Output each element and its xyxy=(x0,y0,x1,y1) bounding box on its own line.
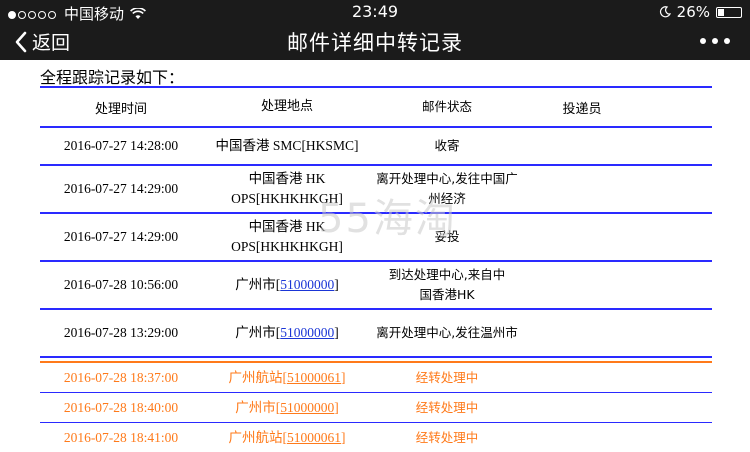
row-place: 中国香港 SMC[HKSMC] xyxy=(215,138,359,153)
header-status: 邮件状态 xyxy=(421,99,472,114)
row-place: 广州航站[51000061] xyxy=(228,369,346,385)
row-status: 收寄 xyxy=(434,138,460,153)
row-time: 2016-07-27 14:28:00 xyxy=(63,138,179,153)
table-row: 2016-07-28 13:29:00 广州市[51000000] 离开处理中心… xyxy=(40,310,712,358)
row-place: 中国香港 HK OPS[HKHKHKGH] xyxy=(231,171,343,206)
header-courier: 投递员 xyxy=(562,101,602,117)
more-menu-icon[interactable] xyxy=(700,38,730,44)
office-code-link[interactable]: 51000000 xyxy=(280,400,334,415)
tracking-heading: 全程跟踪记录如下： xyxy=(40,68,185,87)
table-header: 处理时间 处理地点 邮件状态 投递员 xyxy=(40,86,712,128)
row-time: 2016-07-27 14:29:00 xyxy=(63,181,179,196)
table-row-highlighted: 2016-07-28 18:41:00 广州航站[51000061] 经转处理中 xyxy=(40,423,712,452)
table-row: 2016-07-27 14:29:00 中国香港 HK OPS[HKHKHKGH… xyxy=(40,166,712,214)
row-time: 2016-07-28 18:37:00 xyxy=(63,369,179,385)
office-code-link[interactable]: 51000000 xyxy=(280,325,334,340)
moon-icon xyxy=(659,6,671,18)
row-place: 广州航站[51000061] xyxy=(228,429,346,445)
row-time: 2016-07-28 10:56:00 xyxy=(63,277,179,292)
table-row: 2016-07-28 10:56:00 广州市[51000000] 到达处理中心… xyxy=(40,262,712,310)
office-code-link[interactable]: 51000000 xyxy=(280,277,334,292)
table-row-highlighted: 2016-07-28 18:40:00 广州市[51000000] 经转处理中 xyxy=(40,393,712,423)
table-row: 2016-07-27 14:29:00 中国香港 HK OPS[HKHKHKGH… xyxy=(40,214,712,262)
row-place: 广州市[51000000] xyxy=(235,325,339,340)
battery-percent: 26% xyxy=(676,3,710,21)
table-row: 2016-07-27 14:28:00 中国香港 SMC[HKSMC] 收寄 xyxy=(40,128,712,166)
header-place: 处理地点 xyxy=(260,99,313,114)
office-code-link[interactable]: 51000061 xyxy=(287,430,341,445)
row-place: 广州市[51000000] xyxy=(235,399,339,415)
row-time: 2016-07-27 14:29:00 xyxy=(63,229,179,244)
row-time: 2016-07-28 18:41:00 xyxy=(63,429,179,445)
nav-bar: 返回 邮件详细中转记录 xyxy=(0,24,750,60)
row-status: 离开处理中心,发往温州市 xyxy=(376,325,518,340)
tracking-table: 处理时间 处理地点 邮件状态 投递员 2016-07-27 14:28:00 中… xyxy=(40,86,712,452)
battery-icon xyxy=(716,6,742,18)
row-status: 经转处理中 xyxy=(415,399,479,415)
row-status: 离开处理中心,发往中国广州经济 xyxy=(376,171,518,206)
row-status: 经转处理中 xyxy=(415,369,479,385)
table-row-highlighted: 2016-07-28 18:37:00 广州航站[51000061] 经转处理中 xyxy=(40,361,712,393)
row-place: 中国香港 HK OPS[HKHKHKGH] xyxy=(231,219,343,254)
row-time: 2016-07-28 18:40:00 xyxy=(63,399,179,415)
row-status: 妥投 xyxy=(434,229,460,244)
status-bar: 中国移动 23:49 26% xyxy=(0,0,750,24)
row-status: 经转处理中 xyxy=(415,429,479,445)
office-code-link[interactable]: 51000061 xyxy=(287,370,341,385)
header-time: 处理时间 xyxy=(94,101,147,117)
row-status: 到达处理中心,来自中国香港HK xyxy=(388,267,506,302)
page-title: 邮件详细中转记录 xyxy=(287,31,463,55)
row-time: 2016-07-28 13:29:00 xyxy=(63,325,179,340)
clock: 23:49 xyxy=(351,2,399,21)
row-place: 广州市[51000000] xyxy=(235,277,339,292)
